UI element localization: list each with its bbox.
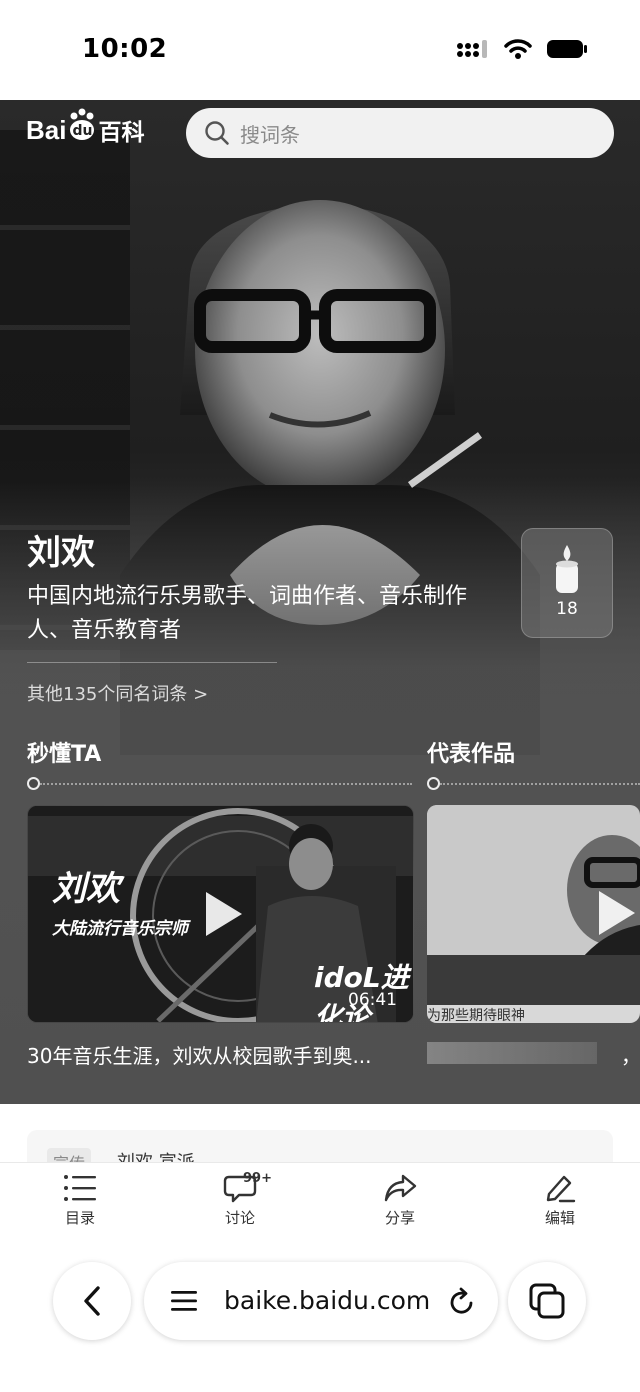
- section-divider-works: [440, 783, 640, 785]
- status-bar: 10:02: [0, 0, 640, 100]
- video-overlay-title: 刘欢: [52, 869, 120, 909]
- video-overlay-text: 为那些期待眼神: [427, 1008, 525, 1023]
- candle-button[interactable]: 18: [521, 528, 613, 638]
- reload-icon[interactable]: [448, 1287, 476, 1317]
- video-card[interactable]: 刘欢 大陆流行音乐宗师 idoL进化论 06:41: [27, 805, 414, 1023]
- share-icon: [384, 1174, 417, 1202]
- tabs-button[interactable]: [508, 1262, 586, 1340]
- video-caption-text: ，: [621, 1044, 640, 1068]
- entry-description: 中国内地流行乐男歌手、词曲作者、音乐制作人、音乐教育者: [27, 584, 468, 643]
- status-time: 10:02: [82, 34, 168, 64]
- search-input[interactable]: 搜词条: [186, 108, 614, 158]
- logo-text-bai: Bai: [26, 114, 67, 145]
- section-title-quick[interactable]: 秒懂TA: [27, 736, 101, 768]
- bottom-toolbar: 目录 99+ 讨论 分享 编辑: [0, 1162, 640, 1240]
- tabs-icon: [529, 1283, 565, 1319]
- share-button[interactable]: 分享: [360, 1173, 440, 1228]
- wifi-icon: [504, 39, 532, 59]
- video-caption[interactable]: ，: [427, 1040, 640, 1068]
- discuss-badge: 99+: [243, 1171, 272, 1186]
- cellular-signal-icon: [457, 40, 487, 58]
- page: 10:02 Bai du 百科 搜词条 刘欢 中国内地流行乐男歌手、词曲作者、音…: [0, 0, 640, 1392]
- video-caption[interactable]: 30年音乐生涯，刘欢从校园歌手到奥...: [27, 1040, 405, 1069]
- section-dot-quick: [27, 777, 40, 790]
- entry-name: 刘欢: [27, 533, 95, 573]
- video-card[interactable]: 为那些期待眼神: [427, 805, 640, 1023]
- video-overlay-subtitle: 大陆流行音乐宗师: [52, 919, 188, 939]
- play-icon[interactable]: [599, 891, 635, 935]
- edit-label: 编辑: [544, 1209, 575, 1227]
- hero-divider: [27, 662, 277, 663]
- toc-button[interactable]: 目录: [40, 1173, 120, 1228]
- discuss-label: 讨论: [224, 1209, 255, 1227]
- candle-icon: [556, 545, 578, 593]
- search-icon: [205, 121, 229, 145]
- search-placeholder: 搜词条: [240, 122, 300, 147]
- edit-button[interactable]: 编辑: [520, 1173, 600, 1228]
- video-duration: 06:41: [348, 990, 397, 1010]
- section-dot-works: [427, 777, 440, 790]
- same-name-entries-link[interactable]: 其他135个同名词条 >: [27, 680, 208, 706]
- pencil-icon: [546, 1175, 576, 1203]
- toc-label: 目录: [64, 1209, 95, 1227]
- logo-text-du: du: [72, 123, 93, 139]
- discuss-button[interactable]: 99+ 讨论: [200, 1171, 280, 1228]
- section-title-works[interactable]: 代表作品: [427, 736, 515, 768]
- logo-text-baike: 百科: [98, 120, 145, 146]
- candle-count: 18: [556, 599, 578, 619]
- play-icon[interactable]: [206, 892, 242, 936]
- back-button[interactable]: [53, 1262, 131, 1340]
- section-divider-quick: [40, 783, 412, 785]
- browser-bar: baike.baidu.com: [0, 1240, 640, 1392]
- list-icon: [64, 1175, 96, 1201]
- status-icons: [456, 38, 588, 60]
- share-label: 分享: [384, 1209, 415, 1227]
- paw-icon: du: [67, 108, 97, 146]
- url-bar[interactable]: baike.baidu.com: [144, 1262, 498, 1340]
- blurred-caption: [427, 1042, 597, 1064]
- chevron-left-icon: [84, 1286, 100, 1316]
- baidu-baike-logo[interactable]: Bai du 百科: [26, 108, 145, 150]
- battery-icon: [547, 40, 587, 58]
- menu-icon[interactable]: [170, 1289, 198, 1313]
- url-text: baike.baidu.com: [224, 1286, 431, 1315]
